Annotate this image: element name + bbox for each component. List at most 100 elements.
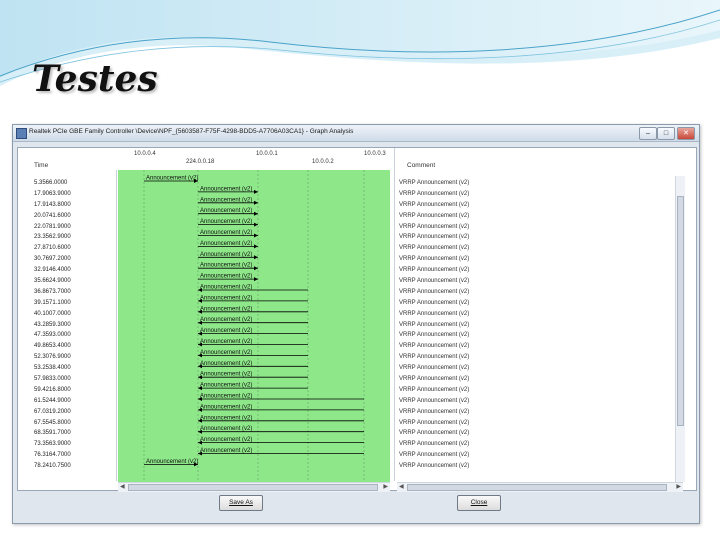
comment-row[interactable]: VRRP Announcement (v2) [399,211,669,222]
message-arrow[interactable]: Announcement (v2) [198,219,258,227]
comment-row[interactable]: VRRP Announcement (v2) [399,178,669,189]
comment-row[interactable]: VRRP Announcement (v2) [399,461,669,472]
message-label: Announcement (v2) [200,383,252,389]
comment-row[interactable]: VRRP Announcement (v2) [399,320,669,331]
save-as-button[interactable]: Save As [219,495,263,511]
minimize-button[interactable]: – [639,127,657,140]
vertical-scrollbar-thumb[interactable] [677,196,684,426]
comment-row[interactable]: VRRP Announcement (v2) [399,287,669,298]
time-row[interactable]: 23.3562.9000 [34,232,114,243]
graph-horizontal-scrollbar[interactable]: ◀ ▶ [118,482,390,492]
comment-row[interactable]: VRRP Announcement (v2) [399,385,669,396]
time-row[interactable]: 39.1571.1000 [34,298,114,309]
window-titlebar[interactable]: Realtek PCIe GBE Family Controller \Devi… [13,125,699,142]
comment-row[interactable]: VRRP Announcement (v2) [399,189,669,200]
message-label: Announcement (v2) [200,263,252,269]
message-arrow[interactable]: Announcement (v2) [198,306,308,314]
message-arrow[interactable]: Announcement (v2) [198,415,364,423]
comment-row[interactable]: VRRP Announcement (v2) [399,352,669,363]
message-arrow[interactable]: Announcement (v2) [198,350,308,358]
comment-row[interactable]: VRRP Announcement (v2) [399,374,669,385]
message-arrow[interactable]: Announcement (v2) [144,459,198,467]
time-row[interactable]: 40.1007.0000 [34,309,114,320]
message-arrow[interactable]: Announcement (v2) [198,263,258,271]
message-label: Announcement (v2) [200,295,252,301]
message-label: Announcement (v2) [200,394,252,400]
time-row[interactable]: 67.0319.2000 [34,407,114,418]
time-row[interactable]: 52.3076.9000 [34,352,114,363]
message-arrow[interactable]: Announcement (v2) [198,241,258,249]
comment-row[interactable]: VRRP Announcement (v2) [399,396,669,407]
comment-row[interactable]: VRRP Announcement (v2) [399,450,669,461]
message-label: Announcement (v2) [200,285,252,291]
message-arrow[interactable]: Announcement (v2) [198,208,258,216]
time-row[interactable]: 78.2410.7500 [34,461,114,472]
time-row[interactable]: 36.8673.7000 [34,287,114,298]
message-arrow[interactable]: Announcement (v2) [198,230,258,238]
comment-row[interactable]: VRRP Announcement (v2) [399,363,669,374]
comment-row[interactable]: VRRP Announcement (v2) [399,341,669,352]
time-row[interactable]: 53.2538.4000 [34,363,114,374]
maximize-button[interactable]: □ [657,127,675,140]
time-row[interactable]: 68.3591.7000 [34,428,114,439]
message-arrow[interactable]: Announcement (v2) [198,372,308,380]
message-arrow[interactable]: Announcement (v2) [144,176,198,184]
comment-row[interactable]: VRRP Announcement (v2) [399,265,669,276]
message-label: Announcement (v2) [200,274,252,280]
time-row[interactable]: 76.3164.7000 [34,450,114,461]
message-arrow[interactable]: Announcement (v2) [198,394,364,402]
time-row[interactable]: 61.5244.9000 [34,396,114,407]
time-row[interactable]: 35.6624.9000 [34,276,114,287]
comment-row[interactable]: VRRP Announcement (v2) [399,232,669,243]
message-arrow[interactable]: Announcement (v2) [198,383,308,391]
message-arrow[interactable]: Announcement (v2) [198,448,364,456]
comment-row[interactable]: VRRP Announcement (v2) [399,243,669,254]
time-row[interactable]: 20.0741.6000 [34,211,114,222]
time-column-header: Time [34,162,49,169]
comment-row[interactable]: VRRP Announcement (v2) [399,309,669,320]
vertical-scrollbar[interactable] [675,176,685,482]
close-button[interactable]: Close [457,495,501,511]
comment-horizontal-scrollbar[interactable]: ◀ ▶ [397,482,683,492]
message-arrow[interactable]: Announcement (v2) [198,197,258,205]
time-row[interactable]: 17.9063.9000 [34,189,114,200]
message-arrow[interactable]: Announcement (v2) [198,285,308,293]
time-row[interactable]: 73.3563.9000 [34,439,114,450]
time-row[interactable]: 30.7697.2000 [34,254,114,265]
message-arrow[interactable]: Announcement (v2) [198,339,308,347]
message-arrow[interactable]: Announcement (v2) [198,328,308,336]
message-arrow[interactable]: Announcement (v2) [198,361,308,369]
time-row[interactable]: 32.9146.4000 [34,265,114,276]
comment-row[interactable]: VRRP Announcement (v2) [399,428,669,439]
message-arrow[interactable]: Announcement (v2) [198,317,308,325]
comment-row[interactable]: VRRP Announcement (v2) [399,439,669,450]
message-arrow[interactable]: Announcement (v2) [198,426,364,434]
time-row[interactable]: 5.3566.0000 [34,178,114,189]
message-arrow[interactable]: Announcement (v2) [198,274,258,282]
time-row[interactable]: 59.4216.8000 [34,385,114,396]
message-arrow[interactable]: Announcement (v2) [198,404,364,412]
comment-row[interactable]: VRRP Announcement (v2) [399,200,669,211]
time-row[interactable]: 17.9143.8000 [34,200,114,211]
time-row[interactable]: 57.9833.0000 [34,374,114,385]
comment-row[interactable]: VRRP Announcement (v2) [399,330,669,341]
comment-row[interactable]: VRRP Announcement (v2) [399,407,669,418]
flow-graph[interactable]: Announcement (v2) Announcement (v2) Announ… [118,170,390,482]
time-row[interactable]: 47.3593.0000 [34,330,114,341]
time-row[interactable]: 43.2859.3000 [34,320,114,331]
comment-row[interactable]: VRRP Announcement (v2) [399,222,669,233]
comment-row[interactable]: VRRP Announcement (v2) [399,254,669,265]
message-arrow[interactable]: Announcement (v2) [198,252,258,260]
message-arrow[interactable]: Announcement (v2) [198,295,308,303]
comment-row[interactable]: VRRP Announcement (v2) [399,276,669,287]
time-row[interactable]: 49.8653.4000 [34,341,114,352]
close-window-button[interactable]: ✕ [677,127,695,140]
time-row[interactable]: 22.0781.9000 [34,222,114,233]
time-row[interactable]: 27.8710.6000 [34,243,114,254]
message-arrow[interactable]: Announcement (v2) [198,437,364,445]
comment-row[interactable]: VRRP Announcement (v2) [399,298,669,309]
time-row[interactable]: 67.5545.8000 [34,418,114,429]
comment-row[interactable]: VRRP Announcement (v2) [399,418,669,429]
message-arrow[interactable]: Announcement (v2) [198,186,258,194]
message-label: Announcement (v2) [200,339,252,345]
